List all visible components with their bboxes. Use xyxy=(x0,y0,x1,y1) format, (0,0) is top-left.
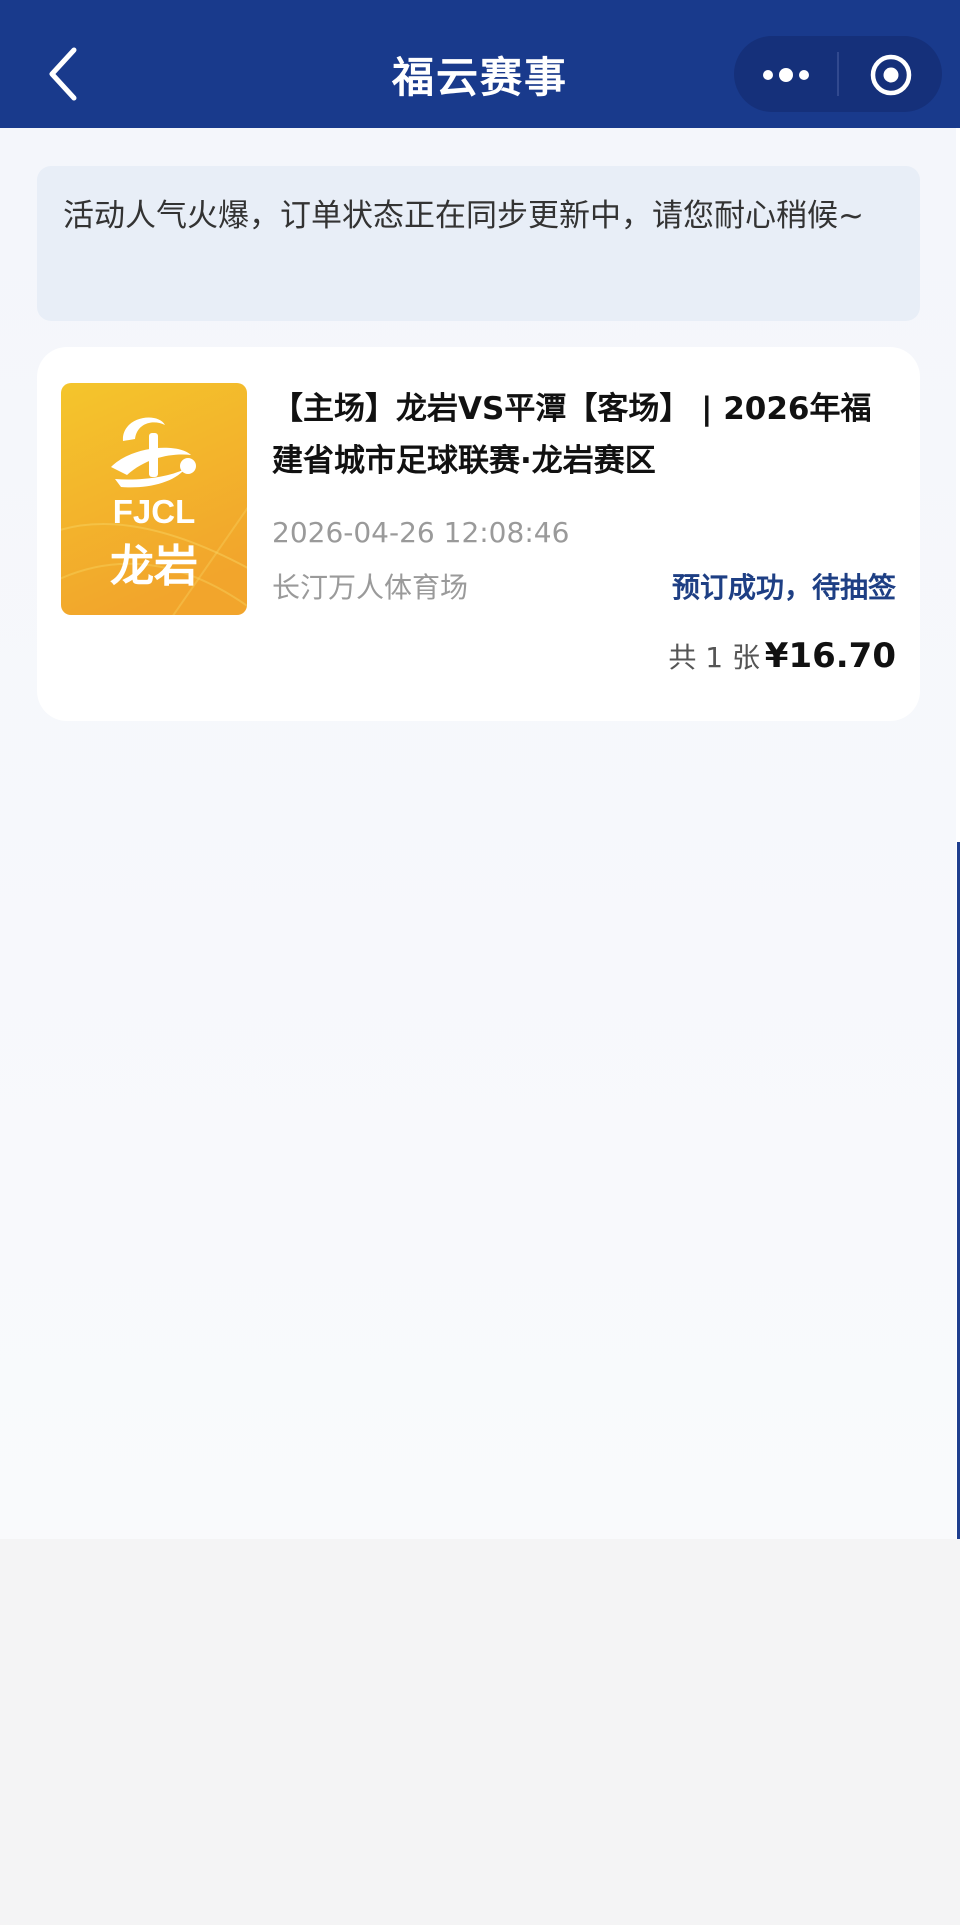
close-mini-program-button[interactable] xyxy=(839,36,942,112)
order-price: ¥16.70 xyxy=(764,636,896,676)
top-bar: 福云赛事 xyxy=(0,0,960,128)
logo-brand-text: FJCL xyxy=(113,493,196,530)
ticket-quantity: 共 1 张 xyxy=(668,641,760,674)
mini-program-capsule xyxy=(734,36,942,112)
more-button[interactable] xyxy=(734,36,837,112)
sync-notice-text: 活动人气火爆，订单状态正在同步更新中，请您耐心稍候~ xyxy=(63,198,864,234)
order-status: 预订成功，待抽签 xyxy=(671,571,896,604)
sync-notice: 活动人气火爆，订单状态正在同步更新中，请您耐心稍候~ xyxy=(37,166,920,321)
target-circle-icon xyxy=(870,54,912,96)
more-dots-icon xyxy=(763,68,809,82)
order-datetime: 2026-04-26 12:08:46 xyxy=(272,516,570,549)
logo-city-text: 龙岩 xyxy=(110,541,198,592)
order-card[interactable]: FJCL 龙岩 【主场】龙岩VS平潭【客场】 | 2026年福建省城市足球联赛·… xyxy=(37,347,920,721)
event-logo: FJCL 龙岩 xyxy=(61,383,247,615)
scroll-indicator xyxy=(956,128,960,1539)
content-area xyxy=(0,128,956,1539)
event-venue: 长汀万人体育场 xyxy=(272,571,469,604)
event-title: 【主场】龙岩VS平潭【客场】 | 2026年福建省城市足球联赛·龙岩赛区 xyxy=(272,391,872,479)
